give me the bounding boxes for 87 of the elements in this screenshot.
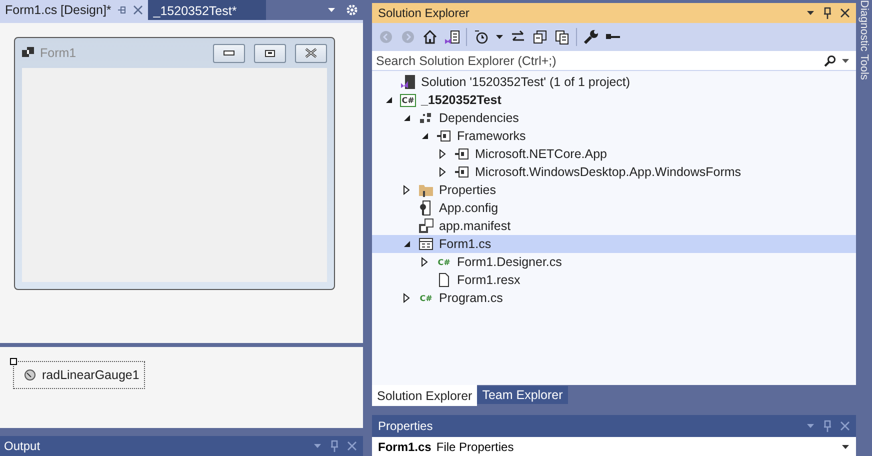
- collapsed-icon[interactable]: [421, 257, 428, 267]
- dropdown-icon[interactable]: [495, 34, 504, 40]
- tree-item-label: Microsoft.WindowsDesktop.App.WindowsForms: [475, 165, 742, 179]
- csharp-icon: C#: [418, 292, 434, 304]
- tree-item-label: Microsoft.NETCore.App: [475, 147, 607, 161]
- dropdown-icon[interactable]: [841, 444, 850, 450]
- reference-icon: [436, 128, 452, 144]
- tree-item[interactable]: Form1.cs: [372, 235, 856, 253]
- panel-title: Output: [4, 439, 42, 453]
- tree-item-label: Solution '1520352Test' (1 of 1 project): [421, 75, 630, 89]
- tree-item[interactable]: Properties: [372, 181, 856, 199]
- object-name: Form1.cs: [378, 440, 432, 454]
- collapsed-icon[interactable]: [439, 149, 446, 159]
- collapsed-icon[interactable]: [439, 167, 446, 177]
- file-icon: [436, 272, 452, 288]
- gauge-icon: [24, 369, 36, 381]
- tree-item[interactable]: C# Form1.Designer.cs: [372, 253, 856, 271]
- tree-item-label: Properties: [439, 183, 496, 197]
- close-icon[interactable]: [840, 8, 850, 18]
- dropdown-icon[interactable]: [806, 10, 815, 16]
- tray-component[interactable]: radLinearGauge1: [13, 361, 145, 389]
- minimize-button[interactable]: [213, 44, 245, 62]
- expanded-icon[interactable]: [402, 240, 410, 248]
- settings-icon[interactable]: [346, 4, 358, 16]
- collapsed-icon[interactable]: [403, 185, 410, 195]
- document-tab[interactable]: _1520352Test*: [148, 0, 266, 20]
- dependencies-icon: [418, 110, 434, 126]
- search-field[interactable]: Search Solution Explorer (Ctrl+;): [376, 54, 824, 68]
- dropdown-icon[interactable]: [841, 58, 850, 64]
- panel-title: Properties: [378, 419, 434, 433]
- pin-icon[interactable]: [823, 7, 832, 19]
- tree-item-label: Form1.Designer.cs: [457, 255, 562, 269]
- form-icon: [418, 236, 434, 252]
- form-title: Form1: [40, 46, 78, 60]
- side-tab[interactable]: Diagnostic Tools: [858, 0, 870, 456]
- panel-tab[interactable]: Team Explorer: [477, 386, 568, 404]
- search-box[interactable]: Search Solution Explorer (Ctrl+;): [372, 50, 856, 71]
- tree-item-label: Form1.resx: [457, 273, 520, 287]
- wrench-icon[interactable]: [583, 28, 599, 44]
- collapse-all-icon[interactable]: [532, 28, 548, 44]
- history-icon[interactable]: [473, 28, 489, 44]
- panel-title: Solution Explorer: [378, 6, 470, 20]
- component-label: radLinearGauge1: [42, 368, 140, 382]
- search-icon[interactable]: [824, 54, 836, 66]
- folder-icon: [418, 182, 434, 198]
- tree-item-label: app.manifest: [439, 219, 511, 233]
- tree-item[interactable]: Microsoft.WindowsDesktop.App.WindowsForms: [372, 163, 856, 181]
- home-icon[interactable]: [422, 28, 438, 44]
- tree-item[interactable]: Dependencies: [372, 109, 856, 127]
- manifest-file-icon: [418, 218, 434, 234]
- minimize-icon[interactable]: [223, 50, 235, 56]
- maximize-icon[interactable]: [264, 48, 276, 58]
- tree-item-label: Dependencies: [439, 111, 519, 125]
- document-tab[interactable]: Form1.cs [Design]*: [0, 0, 148, 20]
- expanded-icon[interactable]: [384, 96, 392, 104]
- expanded-icon[interactable]: [402, 114, 410, 122]
- tree-item[interactable]: C# _1520352Test: [372, 91, 856, 109]
- reference-icon: [454, 146, 470, 162]
- collapsed-icon[interactable]: [403, 293, 410, 303]
- tree-item[interactable]: Form1.resx: [372, 271, 856, 289]
- form-icon: [22, 47, 34, 59]
- pin-icon[interactable]: [117, 5, 128, 15]
- close-button[interactable]: [295, 44, 327, 62]
- tree-item-label: Program.cs: [439, 291, 503, 305]
- close-icon[interactable]: [304, 48, 318, 58]
- object-selector[interactable]: Form1.cs File Properties: [372, 437, 856, 456]
- tree-item-label: Form1.cs: [439, 237, 492, 251]
- selection-handle[interactable]: [10, 358, 17, 365]
- maximize-button[interactable]: [254, 44, 286, 62]
- tree-item-label: Frameworks: [457, 129, 526, 143]
- tree-item[interactable]: app.manifest: [372, 217, 856, 235]
- tree-item[interactable]: Frameworks: [372, 127, 856, 145]
- tree-item[interactable]: C# Program.cs: [372, 289, 856, 307]
- tree-item-label: App.config: [439, 201, 498, 215]
- tree-item[interactable]: Solution '1520352Test' (1 of 1 project): [372, 73, 856, 91]
- properties-icon[interactable]: [444, 28, 460, 44]
- tree-item[interactable]: App.config: [372, 199, 856, 217]
- reference-icon: [454, 164, 470, 180]
- tree-item-label: _1520352Test: [421, 93, 502, 107]
- expanded-icon[interactable]: [420, 132, 428, 140]
- tree-item[interactable]: Microsoft.NETCore.App: [372, 145, 856, 163]
- solution-icon: [400, 74, 416, 90]
- csharp-icon: C#: [400, 94, 416, 106]
- panel-tab[interactable]: Solution Explorer: [372, 385, 478, 406]
- copy-icon[interactable]: [554, 28, 570, 44]
- object-type: File Properties: [436, 440, 515, 454]
- csharp-icon: C#: [436, 256, 452, 268]
